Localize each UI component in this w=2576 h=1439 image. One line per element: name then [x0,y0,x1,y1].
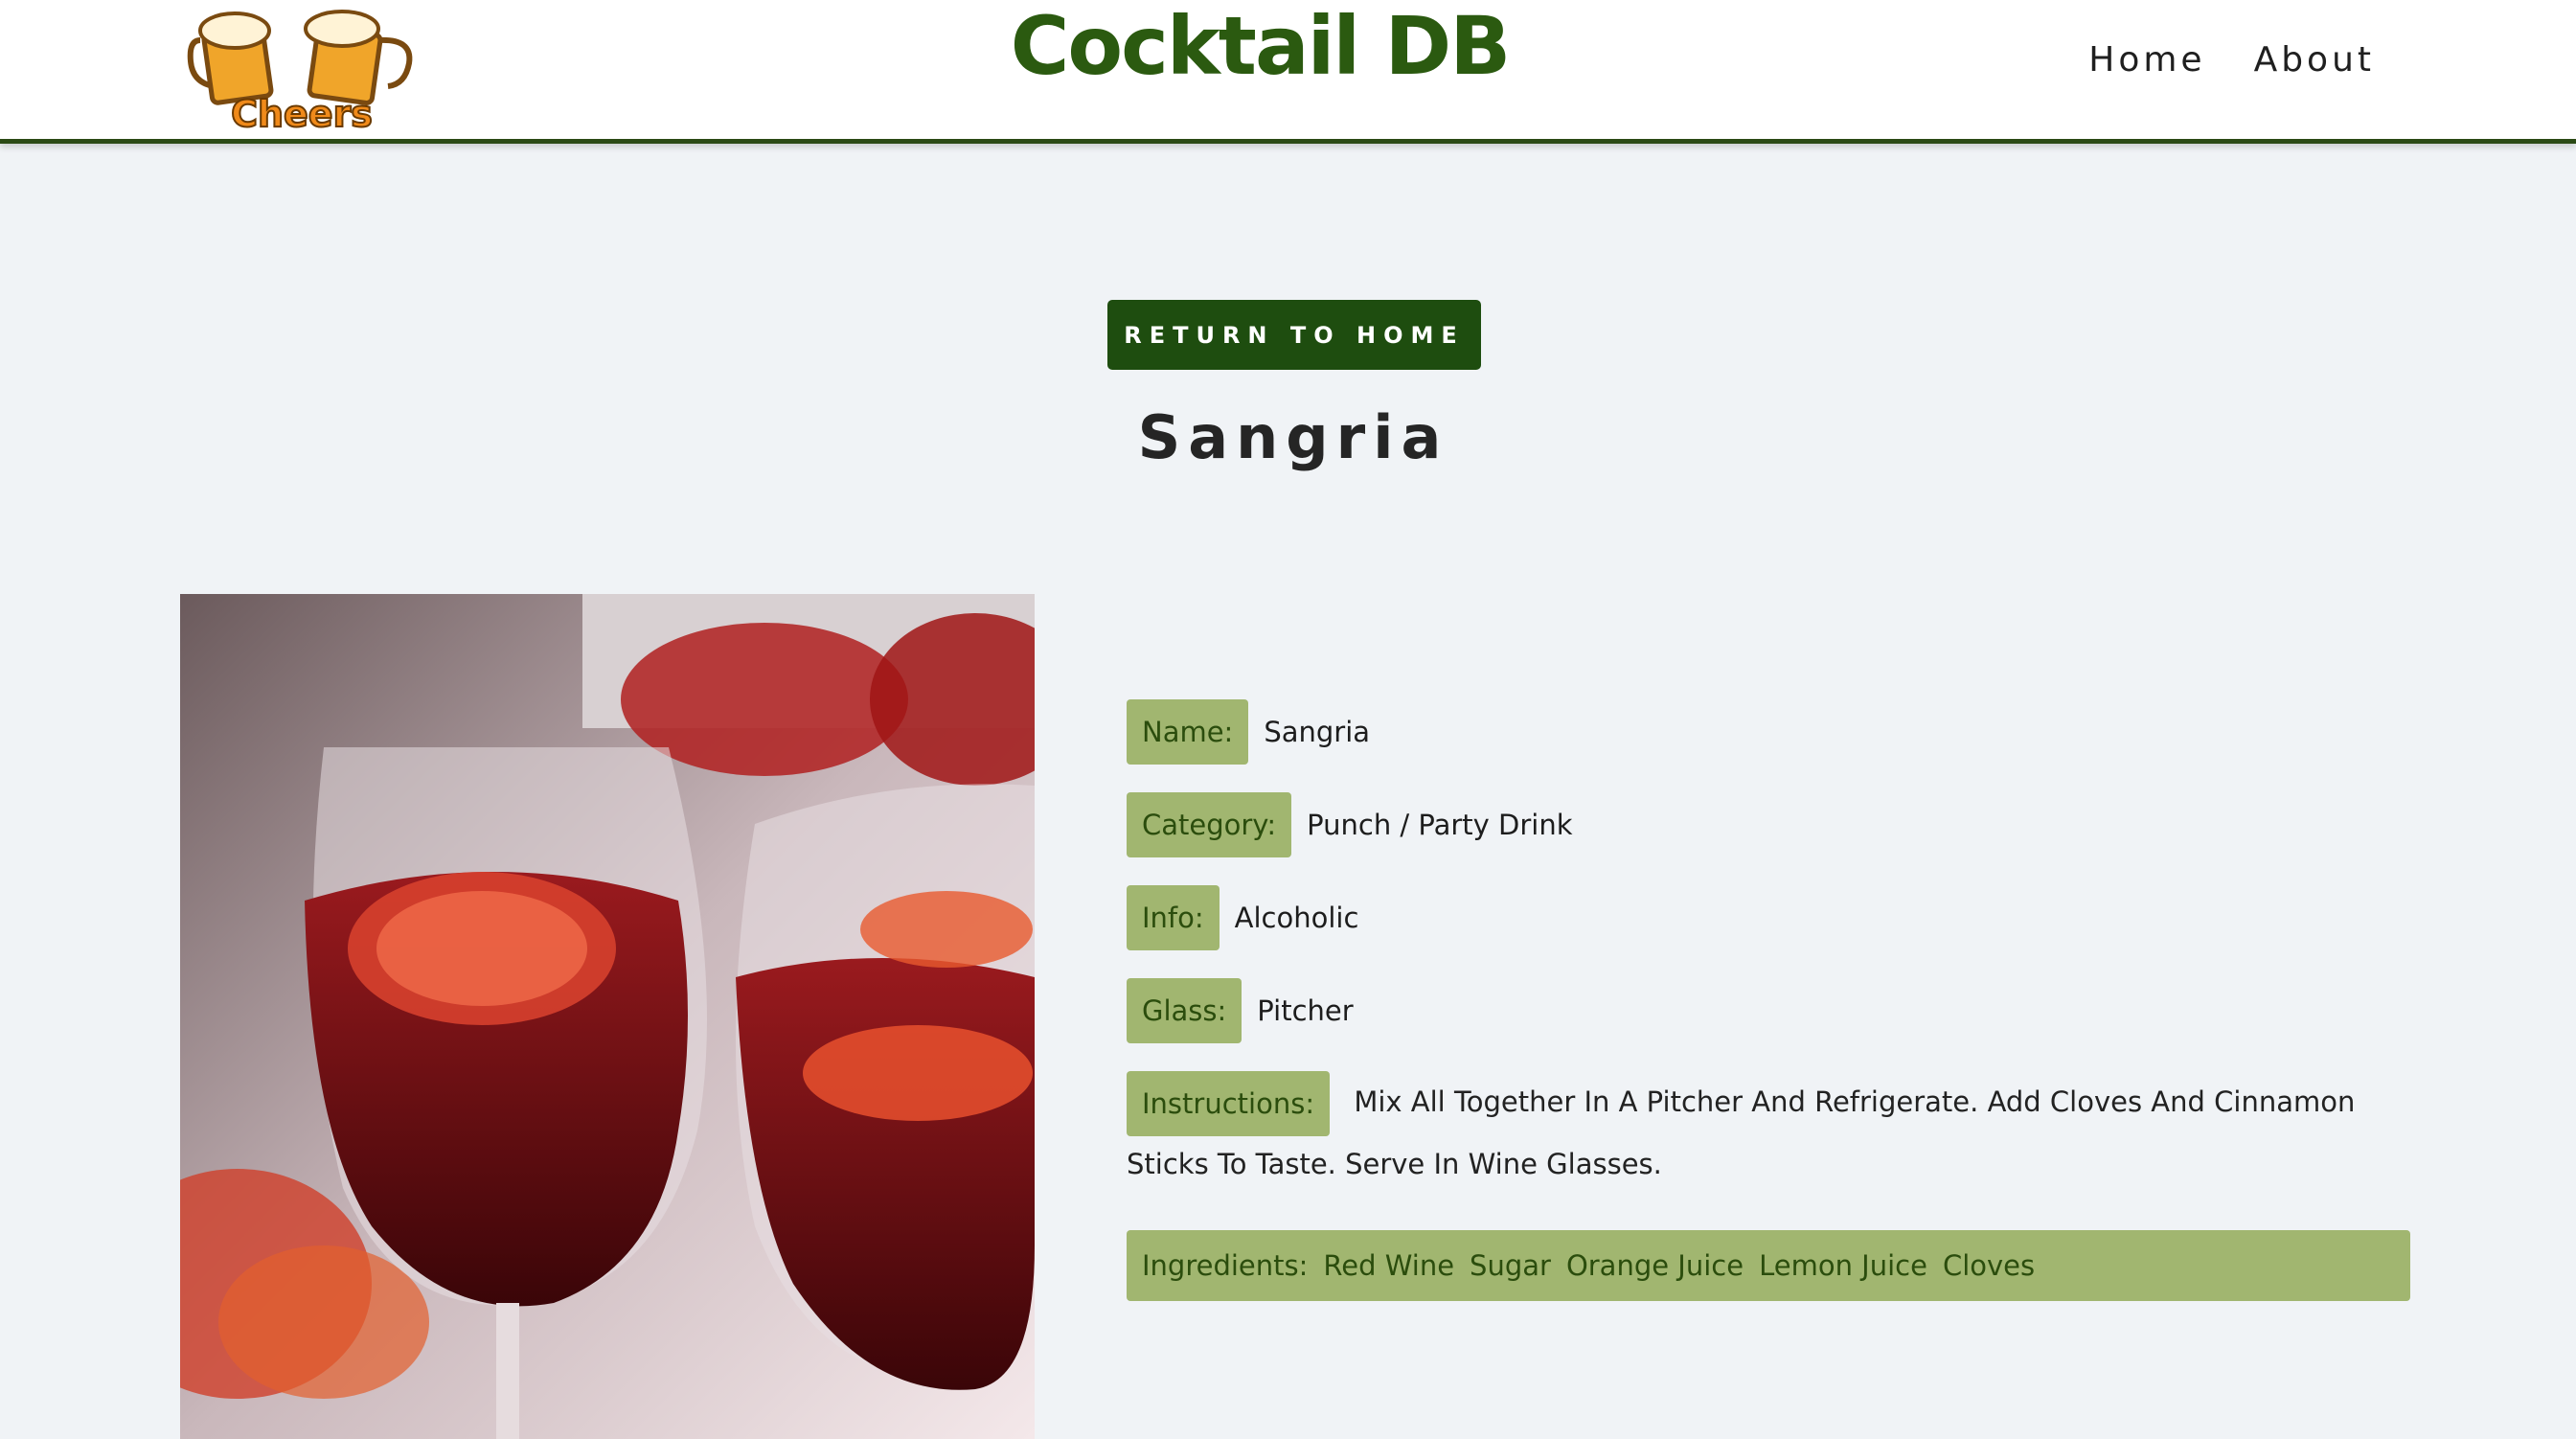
glass-row: Glass: Pitcher [1127,978,2410,1043]
category-value: Punch / Party Drink [1307,809,1573,841]
name-label: Name: [1127,699,1249,765]
name-row: Name: Sangria [1127,699,2410,765]
info-value: Alcoholic [1234,902,1359,934]
navbar: Cheers Cocktail DB Home About [0,0,2576,144]
glass-value: Pitcher [1257,994,1354,1027]
ingredient-item: Cloves [1942,1249,2036,1282]
drink-details: Name: Sangria Category: Punch / Party Dr… [1127,699,2410,1301]
nav-home-link[interactable]: Home [2088,40,2205,80]
nav-links: Home About [2088,40,2375,80]
drink-image [180,594,1035,1439]
info-label: Info: [1127,885,1220,950]
glass-label: Glass: [1127,978,1242,1043]
return-to-home-button[interactable]: RETURN TO HOME [1107,300,1481,370]
ingredient-item: Lemon Juice [1759,1249,1927,1282]
ingredients-label: Ingredients: [1142,1249,1309,1282]
instructions-label: Instructions: [1127,1071,1331,1136]
ingredient-item: Red Wine [1323,1249,1455,1282]
ingredient-item: Sugar [1470,1249,1551,1282]
drink-title: Sangria [1137,402,1449,472]
ingredient-item: Orange Juice [1565,1249,1744,1282]
ingredients-bar: Ingredients: Red Wine Sugar Orange Juice… [1127,1230,2410,1301]
category-label: Category: [1127,792,1292,857]
svg-text:Cheers: Cheers [231,93,373,132]
category-row: Category: Punch / Party Drink [1127,792,2410,857]
info-row: Info: Alcoholic [1127,885,2410,950]
nav-about-link[interactable]: About [2254,40,2375,80]
instructions-row: Instructions: Mix All Together In A Pitc… [1127,1071,2410,1192]
name-value: Sangria [1264,716,1371,748]
